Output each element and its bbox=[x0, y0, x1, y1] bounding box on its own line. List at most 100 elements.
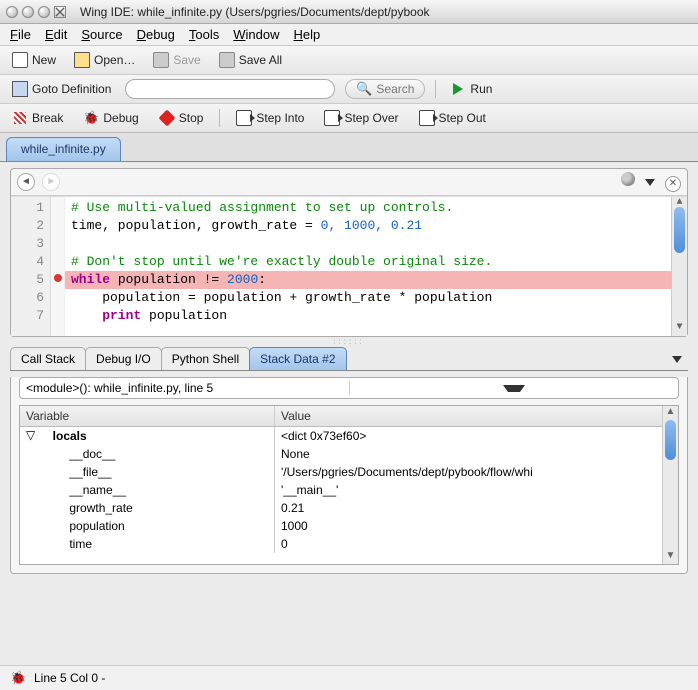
variable-row[interactable]: __file__'/Users/pgries/Documents/dept/py… bbox=[20, 463, 662, 481]
breakpoint-icon[interactable] bbox=[54, 274, 62, 282]
code-line[interactable] bbox=[65, 235, 671, 253]
close-editor-button[interactable]: ✕ bbox=[665, 176, 681, 192]
variable-row[interactable]: __doc__None bbox=[20, 445, 662, 463]
step-out-button[interactable]: Step Out bbox=[415, 108, 490, 128]
scroll-thumb[interactable] bbox=[665, 420, 676, 460]
menu-source[interactable]: Source bbox=[81, 27, 122, 42]
editor-tab-active[interactable]: while_infinite.py bbox=[6, 137, 121, 161]
search-label: Search bbox=[376, 82, 414, 96]
zoom-window-icon[interactable] bbox=[38, 6, 50, 18]
menu-debug[interactable]: Debug bbox=[137, 27, 175, 42]
save-button[interactable]: Save bbox=[149, 50, 204, 70]
code-line[interactable]: population = population + growth_rate * … bbox=[65, 289, 671, 307]
variable-row[interactable]: population1000 bbox=[20, 517, 662, 535]
folder-open-icon bbox=[74, 52, 90, 68]
run-label: Run bbox=[470, 82, 492, 96]
open-button[interactable]: Open… bbox=[70, 50, 139, 70]
panel-menu-icon[interactable] bbox=[666, 350, 688, 370]
tab-stack-data[interactable]: Stack Data #2 bbox=[249, 347, 346, 370]
code-line[interactable]: # Don't stop until we're exactly double … bbox=[65, 253, 671, 271]
separator bbox=[219, 109, 220, 127]
goto-def-label: Goto Definition bbox=[32, 82, 111, 96]
save-all-button[interactable]: Save All bbox=[215, 50, 286, 70]
save-all-icon bbox=[219, 52, 235, 68]
tab-debug-io[interactable]: Debug I/O bbox=[85, 347, 162, 370]
menu-edit[interactable]: Edit bbox=[45, 27, 67, 42]
step-out-icon bbox=[419, 110, 435, 126]
theme-icon[interactable] bbox=[621, 172, 635, 186]
bug-icon bbox=[10, 670, 26, 686]
new-button[interactable]: New bbox=[8, 50, 60, 70]
variables-table: Variable Value ▽ locals<dict 0x73ef60> _… bbox=[19, 405, 679, 565]
col-variable[interactable]: Variable bbox=[20, 406, 275, 426]
menu-help[interactable]: Help bbox=[294, 27, 321, 42]
step-over-icon bbox=[324, 110, 340, 126]
step-into-label: Step Into bbox=[256, 111, 304, 125]
run-button[interactable]: Run bbox=[446, 79, 496, 99]
close-window-icon[interactable] bbox=[6, 6, 18, 18]
debug-button[interactable]: Debug bbox=[79, 108, 142, 128]
breakpoint-gutter[interactable] bbox=[51, 197, 65, 336]
variable-row[interactable]: ▽ locals<dict 0x73ef60> bbox=[20, 427, 662, 445]
new-label: New bbox=[32, 53, 56, 67]
code-line[interactable]: print population bbox=[65, 307, 671, 325]
editor-tabs: while_infinite.py bbox=[0, 133, 698, 162]
save-icon bbox=[153, 52, 169, 68]
editor-scrollbar[interactable]: ▲ ▼ bbox=[671, 197, 687, 336]
goto-definition-button[interactable]: Goto Definition bbox=[8, 79, 115, 99]
debug-panel-tabs: Call Stack Debug I/O Python Shell Stack … bbox=[10, 347, 688, 371]
scroll-down-icon[interactable]: ▼ bbox=[672, 322, 687, 336]
toolbar-debug: Break Debug Stop Step Into Step Over Ste… bbox=[0, 104, 698, 133]
vars-scrollbar[interactable]: ▲ ▼ bbox=[662, 406, 678, 564]
save-label: Save bbox=[173, 53, 200, 67]
separator bbox=[435, 80, 436, 98]
frame-selector[interactable]: <module>(): while_infinite.py, line 5 bbox=[19, 377, 679, 399]
variable-row[interactable]: growth_rate0.21 bbox=[20, 499, 662, 517]
x11-window-icon bbox=[54, 6, 66, 18]
toolbar-file: New Open… Save Save All bbox=[0, 46, 698, 75]
bug-icon bbox=[83, 110, 99, 126]
variable-row[interactable]: time0 bbox=[20, 535, 662, 553]
splitter-handle[interactable]: :::::: bbox=[0, 337, 698, 347]
stop-button[interactable]: Stop bbox=[155, 108, 208, 128]
window-titlebar: Wing IDE: while_infinite.py (Users/pgrie… bbox=[0, 0, 698, 24]
tab-python-shell[interactable]: Python Shell bbox=[161, 347, 250, 370]
editor-header: ◄ ► ✕ bbox=[11, 169, 687, 196]
goto-icon bbox=[12, 81, 28, 97]
break-icon bbox=[12, 110, 28, 126]
break-label: Break bbox=[32, 111, 63, 125]
step-over-button[interactable]: Step Over bbox=[320, 108, 402, 128]
col-value[interactable]: Value bbox=[275, 406, 662, 426]
editor-menu-icon[interactable] bbox=[645, 179, 655, 186]
nav-forward-button[interactable]: ► bbox=[42, 173, 60, 191]
variable-row[interactable]: __name__'__main__' bbox=[20, 481, 662, 499]
minimize-window-icon[interactable] bbox=[22, 6, 34, 18]
step-out-label: Step Out bbox=[439, 111, 486, 125]
document-icon bbox=[12, 52, 28, 68]
tab-call-stack[interactable]: Call Stack bbox=[10, 347, 86, 370]
search-icon bbox=[356, 81, 372, 97]
code-line[interactable]: while population != 2000: bbox=[65, 271, 671, 289]
code-text[interactable]: # Use multi-valued assignment to set up … bbox=[65, 197, 671, 336]
stop-icon bbox=[159, 110, 175, 126]
scroll-down-icon[interactable]: ▼ bbox=[663, 550, 678, 564]
search-button[interactable]: Search bbox=[345, 79, 425, 99]
cursor-position: Line 5 Col 0 - bbox=[34, 671, 105, 685]
menu-file[interactable]: File bbox=[10, 27, 31, 42]
nav-back-button[interactable]: ◄ bbox=[17, 173, 35, 191]
scroll-up-icon[interactable]: ▲ bbox=[663, 406, 678, 420]
step-into-button[interactable]: Step Into bbox=[232, 108, 308, 128]
scroll-thumb[interactable] bbox=[674, 207, 685, 253]
window-controls bbox=[6, 6, 66, 18]
code-line[interactable]: # Use multi-valued assignment to set up … bbox=[65, 199, 671, 217]
menu-tools[interactable]: Tools bbox=[189, 27, 219, 42]
play-icon bbox=[450, 81, 466, 97]
break-button[interactable]: Break bbox=[8, 108, 67, 128]
editor: ◄ ► ✕ 1234567 # Use multi-valued assignm… bbox=[10, 168, 688, 337]
chevron-down-icon[interactable] bbox=[349, 381, 679, 395]
code-line[interactable]: time, population, growth_rate = 0, 1000,… bbox=[65, 217, 671, 235]
symbol-search-input[interactable] bbox=[125, 79, 335, 99]
open-label: Open… bbox=[94, 53, 135, 67]
code-area[interactable]: 1234567 # Use multi-valued assignment to… bbox=[11, 196, 687, 336]
menu-window[interactable]: Window bbox=[233, 27, 279, 42]
